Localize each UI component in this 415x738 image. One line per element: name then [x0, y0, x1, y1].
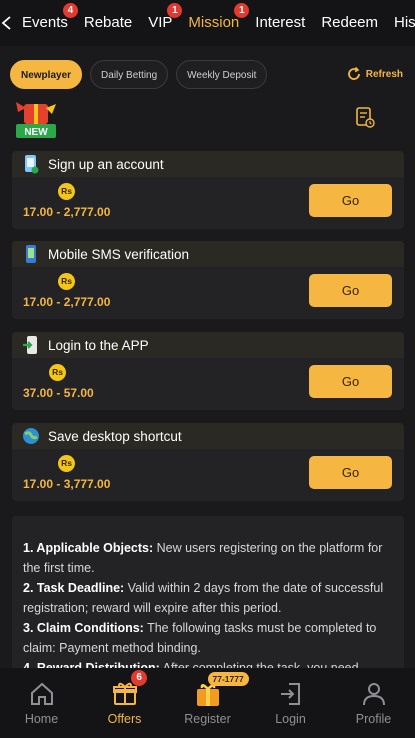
tab-vip[interactable]: VIP 1	[140, 0, 183, 46]
nav-profile[interactable]: Profile	[332, 668, 415, 738]
phone-badge-icon	[22, 154, 40, 174]
bonus-pill: 77-1777	[207, 672, 249, 686]
nav-label: Login	[275, 712, 306, 726]
tab-label: Interest	[255, 14, 306, 31]
reward-range: 37.00 - 57.00	[23, 386, 94, 400]
task-title: Login to the APP	[48, 337, 149, 353]
rule-item: 1. Applicable Objects: New users registe…	[23, 538, 393, 578]
tab-redeem[interactable]: Redeem	[313, 0, 386, 46]
reward-range: 17.00 - 2,777.00	[23, 295, 111, 309]
rupee-coin-icon: Rs	[49, 364, 66, 381]
task-title: Sign up an account	[48, 156, 164, 172]
nav-home[interactable]: Home	[0, 668, 83, 738]
nav-label: Offers	[107, 712, 142, 726]
new-label: NEW	[24, 127, 48, 138]
refresh-icon	[347, 66, 360, 80]
login-icon	[280, 683, 300, 705]
rule-heading: 3. Claim Conditions:	[23, 621, 144, 635]
task-header: Login to the APP	[12, 332, 404, 358]
refresh-button[interactable]: Refresh	[346, 66, 403, 82]
task-card: Mobile SMS verification Rs 17.00 - 2,777…	[12, 241, 404, 319]
task-card: Sign up an account Rs 17.00 - 2,777.00 G…	[12, 151, 404, 229]
go-button[interactable]: Go	[309, 456, 392, 489]
profile-icon	[362, 683, 385, 706]
task-header: Mobile SMS verification	[12, 241, 404, 267]
rule-item: 3. Claim Conditions: The following tasks…	[23, 618, 393, 658]
tab-rebate[interactable]: Rebate	[76, 0, 140, 46]
task-header: Save desktop shortcut	[12, 423, 404, 449]
rupee-coin-icon: Rs	[58, 273, 75, 290]
bottom-nav: Home 6 Offers 77-1777 Register Login Pro…	[0, 668, 415, 738]
home-icon	[30, 682, 53, 705]
filter-chips: Newplayer Daily Betting Weekly Deposit	[10, 60, 268, 89]
record-history-icon[interactable]	[355, 106, 375, 128]
nav-register[interactable]: 77-1777 Register	[166, 668, 249, 738]
go-button[interactable]: Go	[309, 274, 392, 307]
back-button[interactable]	[0, 0, 14, 46]
rupee-coin-icon: Rs	[58, 183, 75, 200]
chip-weekly-deposit[interactable]: Weekly Deposit	[176, 60, 268, 89]
task-card: Login to the APP Rs 37.00 - 57.00 Go	[12, 332, 404, 410]
tab-events[interactable]: Events 4	[14, 0, 78, 46]
tab-label: VIP	[148, 14, 173, 31]
go-button[interactable]: Go	[309, 184, 392, 217]
globe-shortcut-icon	[22, 426, 40, 446]
rule-heading: 2. Task Deadline:	[23, 581, 125, 595]
tab-bar: Events 4 Rebate VIP 1 Mission 1 Interest Re…	[14, 0, 415, 46]
tab-label: Rebate	[83, 14, 133, 31]
rupee-coin-icon: Rs	[58, 455, 75, 472]
tab-label: Redeem	[321, 14, 379, 31]
task-title: Save desktop shortcut	[48, 428, 182, 444]
nav-label: Profile	[355, 712, 392, 726]
tab-mission[interactable]: Mission 1	[180, 0, 250, 46]
nav-offers[interactable]: 6 Offers	[83, 668, 166, 738]
login-app-icon	[22, 335, 40, 355]
new-gift-icon: NEW	[16, 102, 56, 138]
tab-label: Mission	[188, 14, 240, 31]
tab-interest[interactable]: Interest	[247, 0, 313, 46]
reward-range: 17.00 - 3,777.00	[23, 477, 111, 491]
mobile-sms-icon	[22, 244, 40, 264]
tab-label: His	[394, 14, 415, 31]
chip-newplayer[interactable]: Newplayer	[10, 60, 83, 89]
task-header: Sign up an account	[12, 151, 404, 177]
notification-badge: 6	[131, 670, 148, 686]
refresh-label: Refresh	[365, 68, 403, 80]
nav-label: Home	[24, 712, 59, 726]
chip-daily-betting[interactable]: Daily Betting	[90, 60, 169, 89]
reward-range: 17.00 - 2,777.00	[23, 205, 111, 219]
nav-login[interactable]: Login	[249, 668, 332, 738]
nav-label: Register	[184, 712, 231, 726]
top-nav: Events 4 Rebate VIP 1 Mission 1 Interest Re…	[0, 0, 415, 46]
rule-item: 2. Task Deadline: Valid within 2 days fr…	[23, 578, 393, 618]
tab-label: Events	[22, 14, 68, 31]
task-card: Save desktop shortcut Rs 17.00 - 3,777.0…	[12, 423, 404, 501]
rule-heading: 1. Applicable Objects:	[23, 541, 154, 555]
rules-panel: 1. Applicable Objects: New users registe…	[12, 516, 404, 676]
chevron-left-icon	[1, 16, 11, 30]
task-title: Mobile SMS verification	[48, 246, 190, 262]
tab-history[interactable]: His	[386, 0, 415, 46]
go-button[interactable]: Go	[309, 365, 392, 398]
